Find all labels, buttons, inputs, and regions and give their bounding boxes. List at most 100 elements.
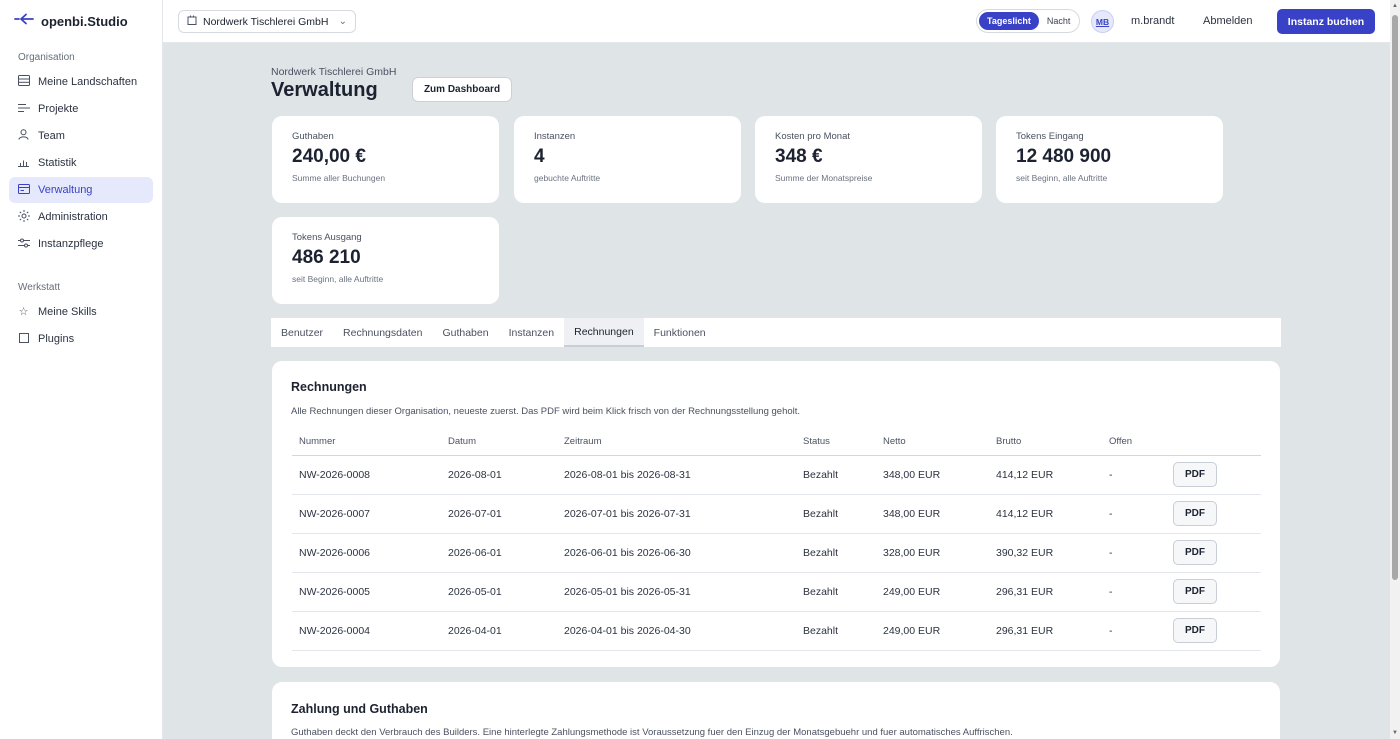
scroll-down-icon[interactable]: ▼ — [1392, 730, 1398, 736]
cell-datum: 2026-04-01 — [441, 611, 557, 651]
cell-brutto: 296,31 EUR — [989, 611, 1102, 651]
stat-sub: seit Beginn, alle Auftritte — [292, 274, 384, 284]
cell-brutto: 414,12 EUR — [989, 455, 1102, 495]
invoices-description: Alle Rechnungen dieser Organisation, neu… — [291, 406, 801, 417]
cell-nummer: NW-2026-0007 — [292, 494, 441, 534]
org-select[interactable]: Nordwerk Tischlerei GmbH ⌄ — [178, 10, 356, 33]
page-scrollbar[interactable]: ▲ ▼ — [1390, 0, 1400, 739]
projects-icon — [17, 103, 30, 116]
cell-offen: - — [1102, 611, 1166, 651]
table-row: NW-2026-0008 2026-08-01 2026-08-01 bis 2… — [292, 455, 1261, 495]
pdf-button[interactable]: PDF — [1173, 579, 1217, 604]
stat-card-tokens-eingang: Tokens Eingang 12 480 900 seit Beginn, a… — [996, 116, 1223, 203]
square-icon — [17, 332, 30, 346]
stat-value: 12 480 900 — [1016, 146, 1112, 167]
table-row: NW-2026-0007 2026-07-01 2026-07-01 bis 2… — [292, 494, 1261, 534]
sidebar-item-instanzpflege[interactable]: Instanzpflege — [9, 231, 153, 257]
book-instance-button[interactable]: Instanz buchen — [1277, 9, 1375, 34]
sidebar-item-label: Verwaltung — [38, 184, 93, 196]
stat-card-tokens-ausgang: Tokens Ausgang 486 210 seit Beginn, alle… — [272, 217, 499, 304]
cell-nummer: NW-2026-0004 — [292, 611, 441, 651]
col-header-actions — [1166, 429, 1261, 456]
theme-option-night[interactable]: Nacht — [1039, 12, 1079, 30]
sidebar-item-meine-landschaften[interactable]: Meine Landschaften — [9, 69, 153, 95]
pdf-button[interactable]: PDF — [1173, 540, 1217, 565]
openbi-logo-icon — [14, 13, 34, 29]
brand-name: openbi.Studio — [41, 13, 128, 29]
dashboard-button[interactable]: Zum Dashboard — [412, 77, 512, 102]
sidebar-section-werkstatt: Werkstatt — [18, 282, 61, 293]
stat-value: 4 — [534, 146, 545, 167]
cell-datum: 2026-05-01 — [441, 572, 557, 612]
sidebar-item-projekte[interactable]: Projekte — [9, 96, 153, 122]
invoices-title: Rechnungen — [291, 380, 367, 394]
stat-card-instanzen: Instanzen 4 gebuchte Auftritte — [514, 116, 741, 203]
admin-tabs: Benutzer Rechnungsdaten Guthaben Instanz… — [271, 318, 1281, 347]
cell-datum: 2026-06-01 — [441, 533, 557, 573]
payment-card: Zahlung und Guthaben Guthaben deckt den … — [272, 682, 1280, 739]
theme-option-day[interactable]: Tageslicht — [979, 12, 1039, 30]
sidebar-item-administration[interactable]: Administration — [9, 204, 153, 230]
cell-netto: 328,00 EUR — [876, 533, 989, 573]
tab-guthaben[interactable]: Guthaben — [432, 318, 498, 347]
brand[interactable]: openbi.Studio — [0, 0, 162, 42]
cell-actions: PDF — [1166, 611, 1261, 651]
pdf-button[interactable]: PDF — [1173, 618, 1217, 643]
cell-actions: PDF — [1166, 494, 1261, 534]
sidebar-item-verwaltung[interactable]: Verwaltung — [9, 177, 153, 203]
stat-card-kosten: Kosten pro Monat 348 € Summe der Monatsp… — [755, 116, 982, 203]
theme-toggle[interactable]: Tageslicht Nacht — [976, 9, 1080, 33]
cell-nummer: NW-2026-0005 — [292, 572, 441, 612]
avatar[interactable]: MB — [1091, 10, 1114, 33]
stat-label: Tokens Eingang — [1016, 131, 1084, 142]
sidebar-item-label: Statistik — [38, 157, 77, 169]
cell-netto: 249,00 EUR — [876, 572, 989, 612]
page-title: Verwaltung — [271, 79, 378, 101]
building-icon — [187, 15, 197, 28]
col-header-status: Status — [796, 429, 876, 456]
org-select-value: Nordwerk Tischlerei GmbH — [203, 15, 329, 28]
tab-rechnungsdaten[interactable]: Rechnungsdaten — [333, 318, 432, 347]
tab-instanzen[interactable]: Instanzen — [499, 318, 565, 347]
admin-card-icon — [17, 183, 30, 197]
cell-status: Bezahlt — [796, 455, 876, 495]
sidebar-item-label: Plugins — [38, 333, 75, 345]
table-row: NW-2026-0004 2026-04-01 2026-04-01 bis 2… — [292, 611, 1261, 651]
stat-card-guthaben: Guthaben 240,00 € Summe aller Buchungen — [272, 116, 499, 203]
sidebar-item-team[interactable]: Team — [9, 123, 153, 149]
cell-brutto: 296,31 EUR — [989, 572, 1102, 612]
cell-netto: 348,00 EUR — [876, 494, 989, 534]
tab-funktionen[interactable]: Funktionen — [644, 318, 716, 347]
cell-datum: 2026-07-01 — [441, 494, 557, 534]
stat-sub: Summe aller Buchungen — [292, 173, 386, 183]
scrollbar-thumb[interactable] — [1392, 15, 1398, 580]
sidebar-section-organisation: Organisation — [18, 52, 75, 63]
sidebar-item-label: Meine Skills — [38, 306, 97, 318]
stat-sub: gebuchte Auftritte — [534, 173, 601, 183]
tab-rechnungen[interactable]: Rechnungen — [564, 318, 644, 347]
landscape-icon — [17, 75, 30, 89]
scroll-up-icon[interactable]: ▲ — [1392, 3, 1398, 9]
cell-status: Bezahlt — [796, 533, 876, 573]
logout-link[interactable]: Abmelden — [1203, 15, 1253, 27]
sidebar-item-plugins[interactable]: Plugins — [9, 326, 153, 352]
top-header: Nordwerk Tischlerei GmbH ⌄ Tageslicht Na… — [163, 0, 1390, 43]
pdf-button[interactable]: PDF — [1173, 462, 1217, 487]
col-header-nummer: Nummer — [292, 429, 441, 456]
sidebar-item-meine-skills[interactable]: ☆ Meine Skills — [9, 299, 153, 325]
cell-offen: - — [1102, 572, 1166, 612]
cell-datum: 2026-08-01 — [441, 455, 557, 495]
col-header-offen: Offen — [1102, 429, 1166, 456]
col-header-brutto: Brutto — [989, 429, 1102, 456]
stat-sub: seit Beginn, alle Auftritte — [1016, 173, 1108, 183]
pdf-button[interactable]: PDF — [1173, 501, 1217, 526]
table-row: NW-2026-0005 2026-05-01 2026-05-01 bis 2… — [292, 572, 1261, 612]
col-header-netto: Netto — [876, 429, 989, 456]
cell-actions: PDF — [1166, 455, 1261, 495]
stat-label: Guthaben — [292, 131, 334, 142]
col-header-datum: Datum — [441, 429, 557, 456]
sliders-icon — [17, 238, 30, 251]
sidebar-item-statistik[interactable]: Statistik — [9, 150, 153, 176]
sidebar-item-label: Administration — [38, 211, 108, 223]
tab-benutzer[interactable]: Benutzer — [271, 318, 333, 347]
